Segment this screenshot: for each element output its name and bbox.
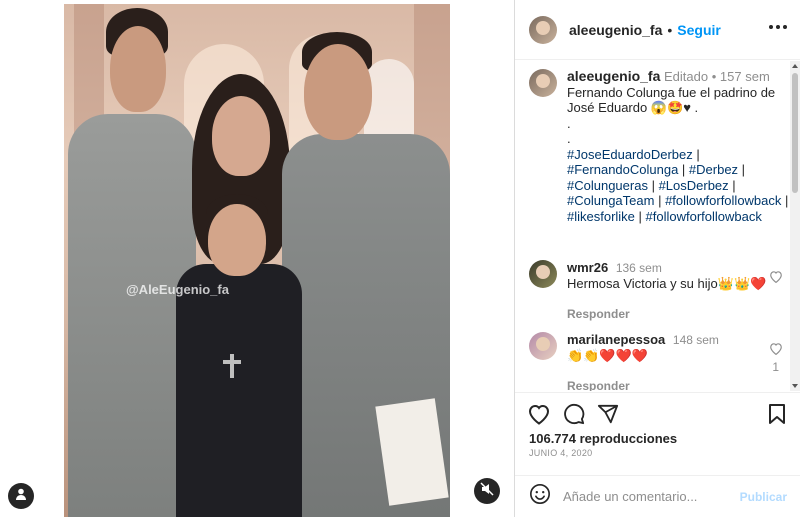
hashtag-sep: | [678, 162, 689, 177]
bookmark-icon[interactable] [768, 403, 786, 430]
hashtag-sep: | [634, 208, 646, 224]
caption-line-1: Fernando Colunga fue el padrino de [567, 84, 776, 100]
user-tags-button[interactable] [8, 483, 34, 509]
share-icon[interactable] [597, 403, 619, 430]
hashtag[interactable]: #Colungueras [567, 178, 648, 193]
caption-username[interactable]: aleeugenio_fa [567, 68, 660, 84]
add-comment-bar: Publicar [515, 475, 800, 517]
post-panel: aleeugenio_fa • Seguir aleeugenio_fa Edi… [514, 0, 800, 517]
hashtag[interactable]: #Derbez [689, 162, 738, 177]
comment-username[interactable]: wmr26 [567, 260, 608, 275]
hashtag[interactable]: #FernandoColunga [567, 162, 678, 177]
hashtag[interactable]: #followforfollowback [646, 209, 762, 224]
comment-item: marilanepessoa 148 sem 👏👏❤️❤️❤️ Responde… [529, 332, 789, 391]
reply-button[interactable]: Responder [567, 378, 767, 391]
more-icon[interactable] [769, 25, 787, 31]
publish-button[interactable]: Publicar [740, 490, 787, 504]
media-pane: @AleEugenio_fa [0, 0, 514, 517]
caption-line-2: José Eduardo 😱🤩♥ . [567, 100, 699, 115]
caption-time-sep: • [711, 69, 717, 84]
comments-scrollbar[interactable] [790, 61, 800, 391]
post-modal: @AleEugenio_fa aleeugenio_fa • Seguir al… [0, 0, 800, 517]
comment-username[interactable]: marilanepessoa [567, 332, 665, 347]
comment-avatar[interactable] [529, 332, 557, 360]
author-avatar[interactable] [529, 15, 557, 44]
comments-list: aleeugenio_fa Editado • 157 sem Fernando… [515, 61, 800, 391]
comment-item: wmr26 136 sem Hermosa Victoria y su hijo… [529, 260, 789, 322]
mute-button[interactable] [474, 478, 500, 504]
post-actions: 106.774 reproducciones JUNIO 4, 2020 [515, 392, 800, 472]
follow-button[interactable]: Seguir [677, 22, 721, 38]
caption-time[interactable]: 157 sem [720, 69, 770, 84]
edited-label: Editado [664, 69, 709, 84]
mute-icon [480, 481, 494, 501]
user-icon [14, 487, 28, 506]
hashtag[interactable]: #JoseEduardoDerbez [567, 147, 693, 162]
comment-time[interactable]: 148 sem [673, 333, 719, 347]
hashtag-sep: | [647, 177, 659, 193]
views-count[interactable]: 106.774 reproducciones [529, 431, 677, 446]
comment-avatar[interactable] [529, 260, 557, 288]
comment-like-count: 1 [772, 360, 779, 374]
post-header: aleeugenio_fa • Seguir [515, 0, 800, 60]
hashtag[interactable]: #ColungaTeam [567, 193, 654, 208]
post-date[interactable]: JUNIO 4, 2020 [529, 448, 592, 458]
hashtag-sep: | [654, 193, 666, 208]
hashtag[interactable]: #followforfollowback [665, 193, 781, 208]
heart-icon[interactable] [769, 342, 783, 360]
author-username[interactable]: aleeugenio_fa [569, 22, 662, 38]
caption-avatar[interactable] [529, 69, 557, 97]
hashtag[interactable]: #likesforlike [567, 209, 635, 224]
hashtag[interactable]: #LosDerbez [659, 178, 729, 193]
hashtag-sep: | [738, 162, 746, 177]
heart-icon[interactable] [769, 270, 783, 288]
header-separator: • [667, 21, 673, 38]
heart-icon[interactable] [527, 403, 551, 430]
comment-icon[interactable] [563, 403, 585, 430]
hashtag-sep: | [728, 177, 736, 193]
caption-dot-2: . [567, 131, 571, 146]
caption-dot-1: . [567, 115, 571, 131]
comment-time[interactable]: 136 sem [616, 261, 662, 275]
hashtag-sep: | [781, 193, 789, 208]
comment-text: Hermosa Victoria y su hijo👑👑❤️ [567, 276, 767, 291]
comment-input[interactable] [563, 489, 733, 504]
photo-watermark: @AleEugenio_fa [126, 282, 229, 297]
reply-button[interactable]: Responder [567, 306, 767, 322]
post-photo[interactable]: @AleEugenio_fa [64, 4, 450, 517]
post-caption: aleeugenio_fa Editado • 157 sem Fernando… [529, 68, 789, 224]
hashtag-sep: | [692, 146, 700, 162]
comment-text: 👏👏❤️❤️❤️ [567, 348, 648, 363]
emoji-icon[interactable] [529, 483, 551, 510]
